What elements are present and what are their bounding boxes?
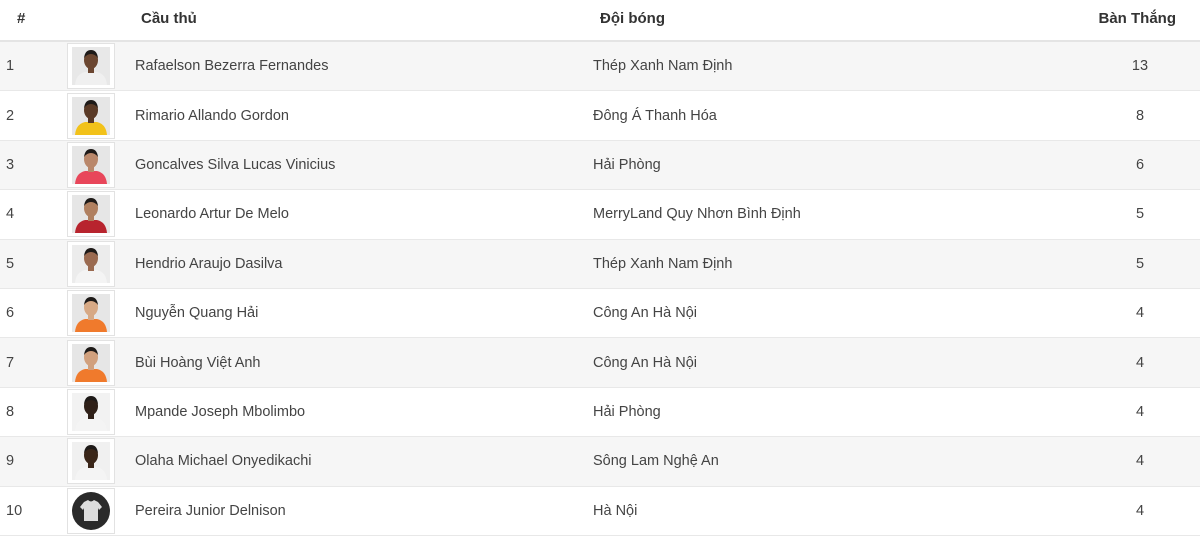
player-avatar-icon bbox=[72, 294, 110, 333]
row-rank: 6 bbox=[6, 305, 15, 322]
rank-column-header[interactable]: # bbox=[17, 10, 25, 27]
player-name[interactable]: Leonardo Artur De Melo bbox=[135, 206, 289, 222]
player-name[interactable]: Goncalves Silva Lucas Vinicius bbox=[135, 157, 335, 173]
player-avatar-icon bbox=[72, 195, 110, 234]
player-avatar-icon bbox=[72, 442, 110, 481]
team-name[interactable]: Hải Phòng bbox=[593, 157, 661, 173]
player-avatar-icon bbox=[72, 244, 110, 283]
player-name[interactable]: Rimario Allando Gordon bbox=[135, 108, 289, 124]
goals-count: 8 bbox=[1135, 107, 1145, 124]
player-avatar-icon bbox=[72, 145, 110, 184]
table-row[interactable]: 8 Mpande Joseph Mbolimbo Hải Phòng 4 bbox=[0, 387, 1200, 438]
team-name[interactable]: Hà Nội bbox=[593, 503, 637, 519]
player-avatar-icon bbox=[72, 343, 110, 382]
player-name[interactable]: Mpande Joseph Mbolimbo bbox=[135, 404, 305, 420]
top-scorers-table: # Cầu thủ Đội bóng Bàn Thắng 1 Rafaelson … bbox=[0, 0, 1200, 536]
row-rank: 7 bbox=[6, 354, 15, 371]
team-name[interactable]: Công An Hà Nội bbox=[593, 355, 697, 371]
player-photo[interactable] bbox=[67, 290, 115, 337]
team-name[interactable]: Sông Lam Nghệ An bbox=[593, 453, 719, 469]
row-rank: 5 bbox=[6, 255, 15, 272]
player-avatar-icon bbox=[72, 96, 110, 135]
table-row[interactable]: 10 Pereira Junior Delnison Hà Nội 4 bbox=[0, 486, 1200, 536]
table-row[interactable]: 2 Rimario Allando Gordon Đông Á Thanh Hóa 8 bbox=[0, 91, 1200, 141]
player-photo[interactable] bbox=[67, 487, 115, 534]
goals-count: 4 bbox=[1135, 502, 1145, 519]
row-rank: 3 bbox=[6, 156, 15, 173]
goals-count: 4 bbox=[1135, 403, 1145, 420]
row-rank: 1 bbox=[6, 58, 15, 75]
player-photo[interactable] bbox=[67, 43, 115, 90]
player-name[interactable]: Hendrio Araujo Dasilva bbox=[135, 256, 283, 272]
table-row[interactable]: 4 Leonardo Artur De Melo MerryLand Quy Nhơ… bbox=[0, 190, 1200, 240]
team-name[interactable]: Công An Hà Nội bbox=[593, 305, 697, 321]
table-row[interactable]: 1 Rafaelson Bezerra Fernandes Thép Xanh Na… bbox=[0, 42, 1200, 92]
shirt-placeholder-icon bbox=[72, 491, 110, 530]
team-name[interactable]: Thép Xanh Nam Định bbox=[593, 58, 732, 74]
goals-count: 5 bbox=[1135, 206, 1145, 223]
goals-count: 4 bbox=[1135, 453, 1145, 470]
team-name[interactable]: MerryLand Quy Nhơn Bình Định bbox=[593, 206, 801, 222]
player-photo[interactable] bbox=[67, 92, 115, 139]
player-column-header[interactable]: Cầu thủ bbox=[141, 10, 197, 27]
table-header: # Cầu thủ Đội bóng Bàn Thắng bbox=[0, 0, 1200, 42]
player-name[interactable]: Nguyễn Quang Hải bbox=[135, 305, 258, 321]
row-rank: 4 bbox=[6, 206, 15, 223]
player-name[interactable]: Bùi Hoàng Việt Anh bbox=[135, 355, 261, 371]
goals-count: 6 bbox=[1135, 156, 1145, 173]
goals-count: 4 bbox=[1135, 305, 1145, 322]
player-photo[interactable] bbox=[67, 191, 115, 238]
table-row[interactable]: 7 Bùi Hoàng Việt Anh Công An Hà Nội 4 bbox=[0, 338, 1200, 388]
player-photo[interactable] bbox=[67, 240, 115, 287]
table-row[interactable]: 3 Goncalves Silva Lucas Vinicius Hải Phòng… bbox=[0, 140, 1200, 191]
player-name[interactable]: Olaha Michael Onyedikachi bbox=[135, 453, 312, 469]
team-column-header[interactable]: Đội bóng bbox=[600, 10, 665, 27]
table-body: 1 Rafaelson Bezerra Fernandes Thép Xanh Na… bbox=[0, 42, 1200, 536]
team-name[interactable]: Hải Phòng bbox=[593, 404, 661, 420]
table-row[interactable]: 5 Hendrio Araujo Dasilva Thép Xanh Nam Địn… bbox=[0, 239, 1200, 289]
player-photo[interactable] bbox=[67, 388, 115, 435]
row-rank: 8 bbox=[6, 403, 15, 420]
player-photo[interactable] bbox=[67, 438, 115, 485]
table-row[interactable]: 6 Nguyễn Quang Hải Công An Hà Nội 4 bbox=[0, 288, 1200, 339]
goals-count: 13 bbox=[1131, 58, 1149, 75]
player-name[interactable]: Rafaelson Bezerra Fernandes bbox=[135, 58, 328, 74]
table-row[interactable]: 9 Olaha Michael Onyedikachi Sông Lam Nghệ … bbox=[0, 437, 1200, 487]
goals-column-header[interactable]: Bàn Thắng bbox=[1099, 10, 1177, 27]
team-name[interactable]: Thép Xanh Nam Định bbox=[593, 256, 732, 272]
player-avatar-icon bbox=[72, 392, 110, 431]
row-rank: 9 bbox=[6, 453, 15, 470]
row-rank: 10 bbox=[6, 502, 23, 519]
goals-count: 4 bbox=[1135, 354, 1145, 371]
team-name[interactable]: Đông Á Thanh Hóa bbox=[593, 108, 717, 124]
goals-count: 5 bbox=[1135, 255, 1145, 272]
player-photo[interactable] bbox=[67, 141, 115, 188]
player-photo[interactable] bbox=[67, 339, 115, 386]
player-avatar-icon bbox=[72, 47, 110, 86]
row-rank: 2 bbox=[6, 107, 15, 124]
player-name[interactable]: Pereira Junior Delnison bbox=[135, 503, 286, 519]
